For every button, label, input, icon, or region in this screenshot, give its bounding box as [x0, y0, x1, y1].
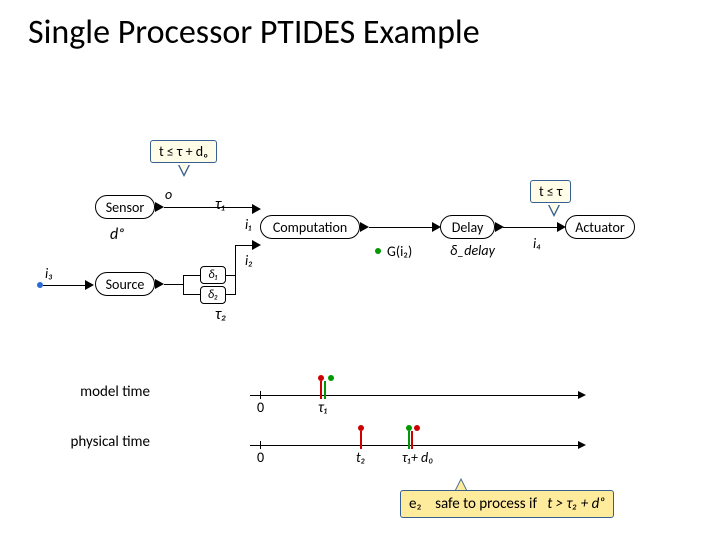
- physical-timeline: physical time 0 t₂ τ₁+ d₀: [160, 435, 590, 465]
- physical-t2-red: [360, 431, 362, 449]
- actuator-in-port: [557, 222, 566, 232]
- model-tau1-red: [320, 381, 322, 399]
- sensor-box: Sensor: [95, 195, 155, 219]
- sensor-output-o: o: [165, 186, 172, 203]
- delta2-box: δ₂: [200, 286, 226, 304]
- wire-to-delta1: [183, 275, 201, 276]
- green-dot-gi2: [375, 248, 381, 254]
- source-label: Source: [106, 276, 145, 293]
- computation-label: Computation: [273, 219, 347, 236]
- wire-to-delta2: [183, 294, 201, 295]
- physical-tau1d0-label: τ₁+ d₀: [402, 449, 434, 466]
- sensor-label: Sensor: [106, 199, 145, 216]
- computation-box: Computation: [260, 215, 360, 239]
- delta-delay-label: δ_delay: [450, 242, 495, 259]
- model-tau1-dot-red: [318, 375, 324, 381]
- wire-i3: [43, 285, 87, 286]
- comp-out-port: [360, 222, 369, 232]
- source-out-port: [155, 279, 164, 289]
- delay-label: Delay: [452, 219, 484, 236]
- wire-merge-to-comp: [235, 245, 253, 246]
- physical-tau1d0-green: [408, 431, 410, 449]
- model-time-label: model time: [40, 383, 150, 401]
- physical-time-label: physical time: [40, 433, 150, 451]
- physical-axis: [250, 445, 580, 446]
- model-tau1-green: [324, 381, 326, 399]
- d-o-label: dₒ: [110, 225, 124, 244]
- delta2-label: δ₂: [208, 288, 218, 302]
- tau2-label: τ₂: [215, 305, 227, 324]
- actuator-box: Actuator: [565, 215, 635, 239]
- physical-tau1d0-dot-g: [406, 425, 412, 431]
- model-tau1-dot-green: [328, 375, 334, 381]
- callout-sensor-constraint: t ≤ τ + dₒ: [150, 140, 217, 163]
- actuator-label: Actuator: [575, 219, 624, 236]
- physical-tau1d0-dot-r: [414, 425, 420, 431]
- comp-input-i1: i₁: [245, 216, 252, 233]
- safe-text: safe to process if: [435, 495, 537, 513]
- comp-in2-port: [252, 240, 261, 250]
- comp-input-i2: i₂: [245, 252, 253, 269]
- tau1-label: τ₁: [215, 195, 225, 214]
- physical-tick-0: [260, 441, 261, 449]
- callout-sensor-tail-fill: [179, 164, 189, 174]
- physical-t2-dot: [358, 425, 364, 431]
- model-axis: [250, 395, 580, 396]
- comp-in1-port: [252, 204, 261, 214]
- model-tick-0: [260, 391, 261, 399]
- source-box: Source: [95, 272, 155, 296]
- delta1-box: δ₁: [200, 266, 226, 284]
- wire-sensor-comp: [164, 207, 254, 208]
- delay-box: Delay: [440, 215, 495, 239]
- wire-delay-act: [503, 227, 563, 228]
- wire-delta-merge: [235, 245, 236, 295]
- safe-cond: t > τ₂ + dₒ: [547, 495, 604, 513]
- physical-axis-arrow: [578, 441, 586, 449]
- g-i2-label: G(i₂): [387, 243, 412, 260]
- sensor-out-port: [155, 202, 164, 212]
- i3-label: i₃: [45, 265, 53, 282]
- safe-tail-fill: [456, 480, 466, 490]
- delta1-label: δ₁: [208, 268, 217, 282]
- wire-comp-delay: [369, 227, 439, 228]
- slide-title: Single Processor PTIDES Example: [28, 12, 480, 53]
- block-diagram: Sensor o dₒ τ₁ i₁ Computation i₂ G(i₂) S…: [55, 180, 635, 370]
- wire-source: [164, 284, 184, 285]
- model-axis-arrow: [578, 391, 586, 399]
- callout-sensor-text: t ≤ τ + dₒ: [159, 143, 208, 160]
- physical-tau1d0-text: τ₁+ d₀: [402, 449, 434, 466]
- physical-tau1d0-red: [411, 431, 413, 449]
- wire-source-split: [183, 275, 184, 295]
- model-tau1-label: τ₁: [318, 399, 328, 417]
- physical-zero: 0: [257, 449, 264, 466]
- i4-label: i₄: [533, 235, 541, 252]
- safe-callout: e₂ safe to process if t > τ₂ + dₒ: [400, 490, 614, 518]
- safe-e2: e₂: [409, 495, 422, 513]
- model-timeline: model time 0 τ₁: [160, 385, 590, 415]
- i3-port: [85, 280, 94, 290]
- physical-t2-label: t₂: [356, 449, 365, 466]
- delay-in-port: [432, 222, 441, 232]
- model-zero: 0: [257, 399, 264, 416]
